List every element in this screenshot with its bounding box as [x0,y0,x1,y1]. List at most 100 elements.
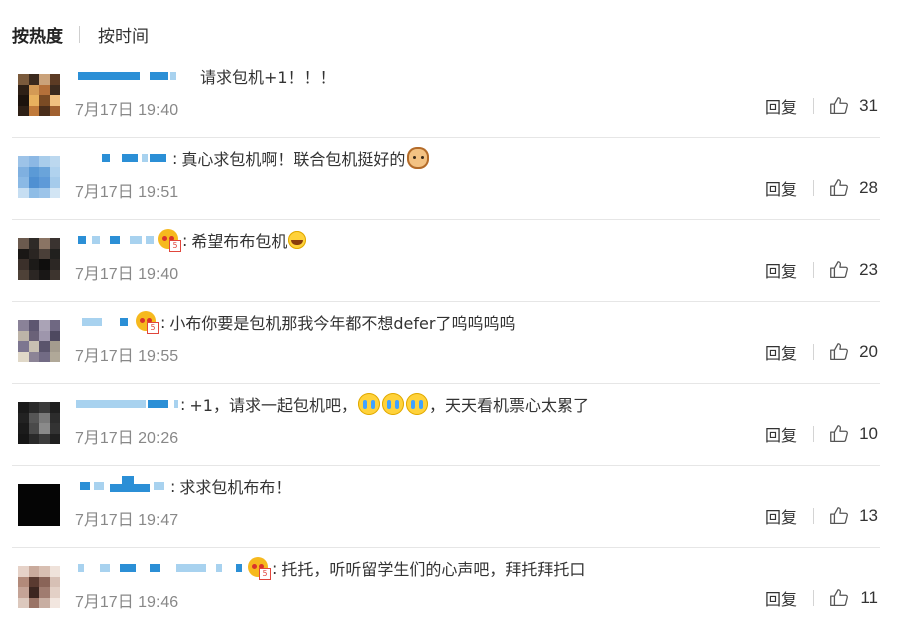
action-divider [813,180,814,196]
comment-line: : 真心求包机啊！联合包机挺好的 [76,146,430,170]
like-count: 31 [859,96,878,115]
avatar-pixel [18,166,29,177]
avatar[interactable] [18,156,60,198]
avatar-pixel [18,177,29,188]
like-button[interactable]: 23 [828,259,878,281]
masked-username[interactable] [76,66,200,86]
masked-username[interactable] [76,230,156,250]
like-button[interactable]: 13 [828,505,878,527]
avatar-pixel [18,156,29,167]
avatar-pixel [28,484,39,495]
avatar-pixel [39,587,50,598]
comment-time: 7月17日 19:47 [75,512,179,529]
thumbs-up-icon [830,179,848,196]
reply-button[interactable]: 回复 [765,422,797,446]
reply-button[interactable]: 回复 [765,176,797,200]
comment-item: 5 : 小布你要是包机那我今年都不想defer了呜呜呜呜 7月17日 19:55… [0,302,900,384]
masked-username[interactable] [76,148,172,168]
comment-time: 7月17日 19:51 [75,184,179,201]
avatar-pixel [49,259,60,270]
avatar-pixel [28,433,39,444]
avatar-pixel [28,494,39,505]
avatar-pixel [39,597,50,608]
comment-time: 7月17日 19:46 [75,594,179,611]
like-count: 11 [860,588,878,607]
avatar-pixel [18,105,29,116]
reply-button[interactable]: 回复 [765,94,797,118]
avatar[interactable] [18,238,60,280]
avatar-pixel [39,156,50,167]
tab-sort-by-hot[interactable]: 按热度 [12,22,63,47]
comment-text: 请求包机+1！！！ [200,68,336,87]
avatar-pixel [49,515,60,526]
avatar-pixel [18,84,29,95]
masked-username[interactable] [76,476,170,496]
avatar-pixel [49,166,60,177]
avatar-pixel [28,84,39,95]
comment-item: 5 : 希望布布包机 7月17日 19:40 回复 23 [0,220,900,302]
avatar-pixel [39,505,50,516]
avatar[interactable] [18,566,60,608]
avatar-pixel [18,330,29,341]
avatar-pixel [28,238,39,249]
comment-text: 希望布布包机 [191,232,288,251]
avatar-pixel [49,187,60,198]
comment-item: : 求求包机布布！ 7月17日 19:47 回复 13 [0,466,900,548]
like-button[interactable]: 11 [828,587,878,609]
avatar[interactable] [18,402,60,444]
like-button[interactable]: 10 [828,423,878,445]
like-button[interactable]: 20 [828,341,878,363]
avatar-pixel [28,515,39,526]
masked-username[interactable] [76,312,134,332]
avatar[interactable] [18,320,60,362]
avatar-pixel [28,587,39,598]
avatar-pixel [18,320,29,331]
like-button[interactable]: 31 [828,95,878,117]
avatar-pixel [28,341,39,352]
avatar-pixel [18,269,29,280]
reply-button[interactable]: 回复 [765,340,797,364]
avatar-pixel [39,566,50,577]
avatar-pixel [39,84,50,95]
crying-emoji-icon [357,393,380,415]
avatar-pixel [18,187,29,198]
comment-time: 7月17日 19:40 [75,266,179,283]
avatar-pixel [39,402,50,413]
reply-button[interactable]: 回复 [765,504,797,528]
thumbs-up-icon [830,261,848,278]
masked-username[interactable] [76,394,180,414]
comment-line: : +1，请求一起包机吧， ，天天看机票心太累了 [76,392,589,416]
comment-text: 托托，听听留学生们的心声吧，拜托拜托口 [281,560,586,579]
avatar-pixel [28,576,39,587]
like-button[interactable]: 28 [828,177,878,199]
tab-sort-by-time[interactable]: 按时间 [98,22,149,47]
avatar-pixel [18,566,29,577]
masked-username[interactable] [76,558,246,578]
avatar-pixel [18,597,29,608]
avatar-pixel [39,433,50,444]
avatar-pixel [49,576,60,587]
like-count: 13 [859,506,878,525]
action-divider [813,262,814,278]
avatar-pixel [39,105,50,116]
colon: : [182,230,188,250]
avatar-pixel [49,484,60,495]
avatar[interactable] [18,74,60,116]
avatar-pixel [28,402,39,413]
avatar-pixel [28,187,39,198]
avatar-pixel [28,597,39,608]
reply-button[interactable]: 回复 [765,586,797,610]
avatar-pixel [39,238,50,249]
avatar-pixel [18,423,29,434]
comment-list: 请求包机+1！！！ 7月17日 19:40 回复 31 : 真心求包机啊！联合包… [0,56,900,630]
action-divider [813,426,814,442]
sort-tabs: 按热度 按时间 [12,20,149,48]
avatar-pixel [18,259,29,270]
avatar-pixel [18,248,29,259]
avatar-pixel [49,74,60,85]
colon: : [272,558,278,578]
avatar[interactable] [18,484,60,526]
reply-button[interactable]: 回复 [765,258,797,282]
avatar-pixel [28,269,39,280]
avatar-pixel [18,587,29,598]
